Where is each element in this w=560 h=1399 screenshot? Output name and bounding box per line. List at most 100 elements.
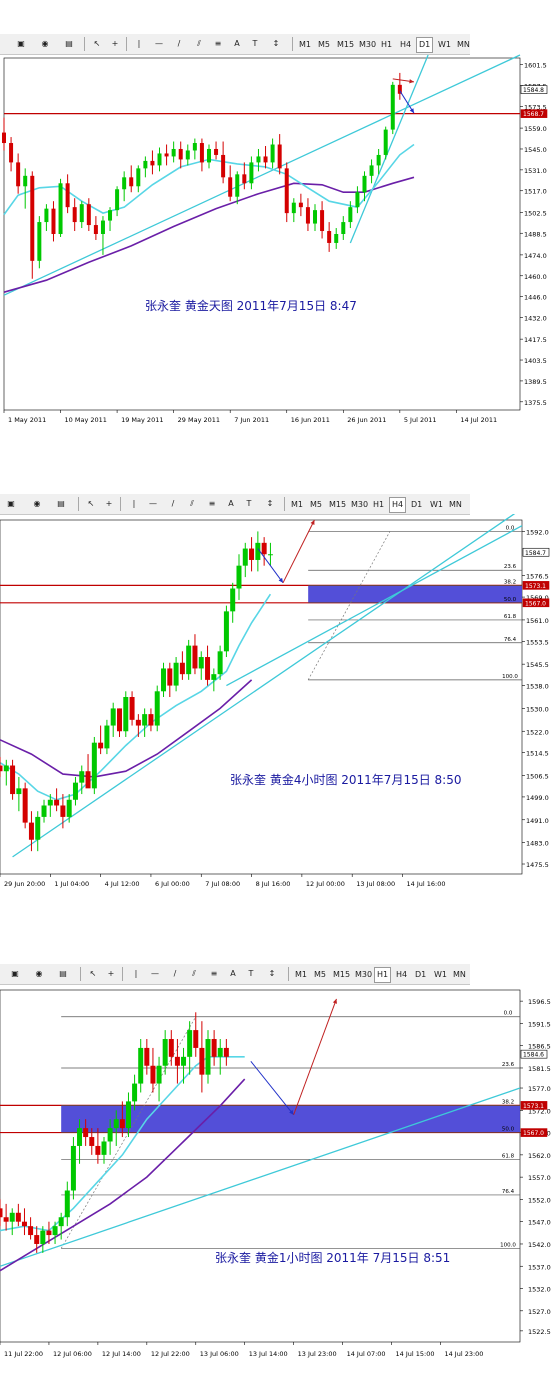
timeframe-button-m1[interactable]: M1	[292, 967, 310, 983]
chart-annotation: 张永奎 黄金4小时图 2011年7月15日 8:50	[230, 772, 461, 787]
channel-icon[interactable]: ⫽	[193, 37, 205, 51]
price-label: 1584.8	[523, 87, 544, 94]
trendline-icon[interactable]: /	[170, 967, 180, 981]
timeframe-button-w1[interactable]: W1	[427, 497, 446, 513]
y-tick-label: 1432.0	[524, 315, 547, 323]
channel-icon[interactable]: ⫽	[186, 497, 198, 511]
candle-body	[79, 771, 85, 783]
fibonacci-icon[interactable]: ≡	[208, 967, 220, 981]
horizontal-line-icon[interactable]: —	[148, 497, 158, 511]
fibonacci-icon[interactable]: ≡	[212, 37, 224, 51]
x-tick-label: 8 Jul 16:00	[256, 880, 291, 888]
chart-window-icon[interactable]: ▤	[54, 497, 68, 511]
1hour-chart-svg: 1596.51591.51586.51581.51577.01572.01567…	[0, 989, 551, 1358]
crosshair-icon[interactable]: +	[106, 967, 116, 981]
candle-body	[110, 708, 116, 726]
arrows-icon[interactable]: ↕	[264, 967, 280, 981]
timeframe-button-h4[interactable]: H4	[393, 967, 410, 983]
cursor-icon[interactable]: ↖	[88, 967, 98, 981]
timeframe-button-m5[interactable]: M5	[315, 37, 333, 53]
timeframe-button-d1[interactable]: D1	[416, 37, 434, 53]
timeframe-button-h1[interactable]: H1	[374, 967, 392, 983]
horizontal-line-icon[interactable]: —	[154, 37, 164, 51]
candle-body	[101, 1141, 107, 1155]
crosshair-icon[interactable]: +	[104, 497, 114, 511]
text-icon[interactable]: A	[232, 37, 242, 51]
timeframe-button-h1[interactable]: H1	[378, 37, 395, 53]
vertical-line-icon[interactable]: |	[135, 37, 143, 51]
vertical-line-icon[interactable]: |	[132, 967, 140, 981]
chart-window-icon[interactable]: ▤	[62, 37, 76, 51]
y-tick-label: 1506.5	[526, 773, 549, 781]
cursor-icon[interactable]: ↖	[86, 497, 96, 511]
timeframe-button-d1[interactable]: D1	[408, 497, 425, 513]
timeframe-button-m5[interactable]: M5	[311, 967, 329, 983]
y-tick-label: 1522.5	[528, 1328, 551, 1336]
fibonacci-icon[interactable]: ≡	[206, 497, 218, 511]
fib-level-label: 100.0	[500, 1242, 516, 1248]
new-chart-icon[interactable]: ▣	[14, 37, 28, 51]
y-tick-label: 1532.0	[528, 1286, 551, 1294]
timeframe-button-m30[interactable]: M30	[352, 967, 375, 983]
y-tick-label: 1562.0	[528, 1152, 551, 1160]
new-chart-icon[interactable]: ▣	[4, 497, 18, 511]
crosshair-icon[interactable]: +	[110, 37, 120, 51]
profiles-icon[interactable]: ◉	[32, 967, 46, 981]
candle-body	[249, 162, 254, 184]
arrows-icon[interactable]: ↕	[268, 37, 284, 51]
candle-body	[362, 175, 367, 193]
trendline-icon[interactable]: /	[174, 37, 184, 51]
candle-body	[136, 168, 141, 187]
x-tick-label: 7 Jul 08:00	[205, 880, 240, 888]
x-tick-label: 13 Jul 06:00	[200, 1350, 239, 1358]
profiles-icon[interactable]: ◉	[38, 37, 52, 51]
text-icon[interactable]: A	[226, 497, 236, 511]
x-tick-label: 4 Jul 12:00	[105, 880, 140, 888]
x-tick-label: 11 Jul 22:00	[4, 1350, 43, 1358]
timeframe-button-mn[interactable]: MN	[450, 967, 469, 983]
timeframe-button-m5[interactable]: M5	[307, 497, 325, 513]
candle-body	[154, 691, 160, 726]
timeframe-button-h1[interactable]: H1	[370, 497, 387, 513]
candle-body	[168, 1039, 174, 1057]
chart-window-icon[interactable]: ▤	[56, 967, 70, 981]
timeframe-button-h4[interactable]: H4	[389, 497, 407, 513]
vertical-line-icon[interactable]: |	[130, 497, 138, 511]
candle-body	[129, 177, 134, 187]
price-label: 1584.7	[525, 550, 546, 557]
timeframe-button-d1[interactable]: D1	[412, 967, 429, 983]
timeframe-button-m15[interactable]: M15	[334, 37, 357, 53]
timeframe-button-m1[interactable]: M1	[296, 37, 314, 53]
candle-body	[89, 1137, 95, 1146]
y-tick-label: 1553.5	[526, 638, 549, 646]
profiles-icon[interactable]: ◉	[30, 497, 44, 511]
candle-body	[369, 165, 374, 176]
text-label-icon[interactable]: T	[244, 497, 254, 511]
timeframe-button-h4[interactable]: H4	[397, 37, 414, 53]
candle-body	[83, 1128, 89, 1138]
channel-icon[interactable]: ⫽	[188, 967, 200, 981]
horizontal-line-icon[interactable]: —	[150, 967, 160, 981]
candle-body	[249, 548, 255, 560]
candle-body	[144, 1047, 150, 1066]
text-label-icon[interactable]: T	[246, 967, 256, 981]
text-icon[interactable]: A	[228, 967, 238, 981]
timeframe-button-mn[interactable]: MN	[446, 497, 465, 513]
timeframe-button-m30[interactable]: M30	[348, 497, 371, 513]
timeframe-button-m15[interactable]: M15	[330, 967, 353, 983]
x-tick-label: 14 Jul 16:00	[407, 880, 446, 888]
timeframe-button-m1[interactable]: M1	[288, 497, 306, 513]
candle-body	[223, 1047, 229, 1057]
new-chart-icon[interactable]: ▣	[8, 967, 22, 981]
price-label: 1573.1	[523, 1103, 544, 1110]
arrows-icon[interactable]: ↕	[262, 497, 278, 511]
candle-body	[167, 668, 173, 686]
trendline-icon[interactable]: /	[168, 497, 178, 511]
cursor-icon[interactable]: ↖	[92, 37, 102, 51]
timeframe-button-m15[interactable]: M15	[326, 497, 349, 513]
timeframe-button-mn[interactable]: MN	[454, 37, 473, 53]
timeframe-button-w1[interactable]: W1	[435, 37, 454, 53]
timeframe-button-w1[interactable]: W1	[431, 967, 450, 983]
text-label-icon[interactable]: T	[250, 37, 260, 51]
timeframe-button-m30[interactable]: M30	[356, 37, 379, 53]
